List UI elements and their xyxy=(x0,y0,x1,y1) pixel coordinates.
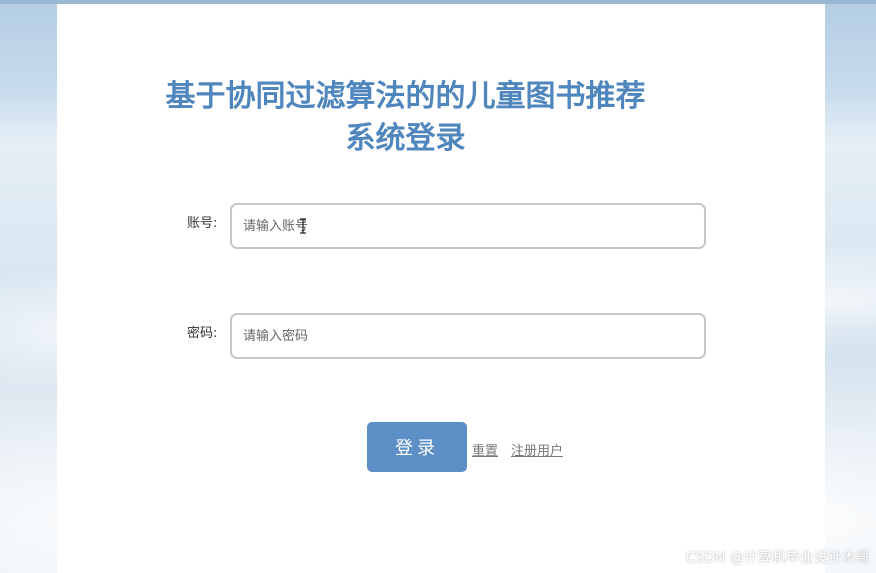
title-line-2: 系统登录 xyxy=(345,121,466,156)
reset-link[interactable]: 重置 xyxy=(472,440,498,459)
text-cursor-icon xyxy=(300,218,306,234)
password-label: 密码: xyxy=(187,326,218,341)
account-label: 账号: xyxy=(187,216,218,231)
page-title: 基于协同过滤算法的的儿童图书推荐 系统登录 xyxy=(0,76,868,160)
register-link[interactable]: 注册用户 xyxy=(511,440,563,459)
login-button[interactable]: 登录 xyxy=(367,422,467,472)
title-line-1: 基于协同过滤算法的的儿童图书推荐 xyxy=(165,79,646,114)
password-input[interactable] xyxy=(230,313,706,359)
watermark-text: CSDN @计算机毕业设计木哥 xyxy=(685,550,870,566)
